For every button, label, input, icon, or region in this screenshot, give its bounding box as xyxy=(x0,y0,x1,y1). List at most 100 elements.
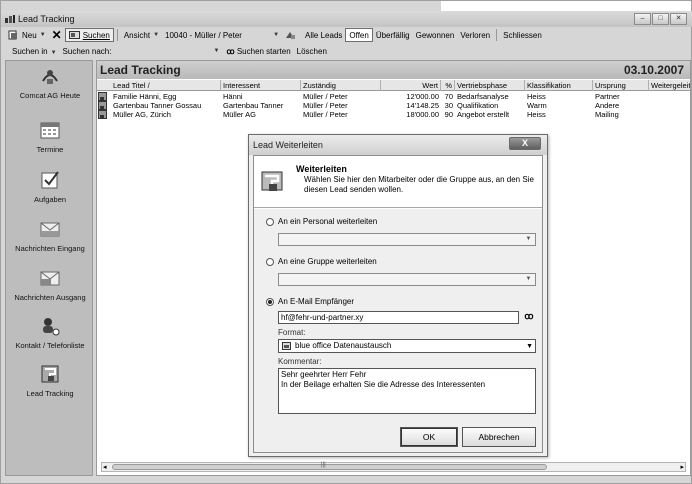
table-row[interactable]: Familie Hänni, Egg Hänni Müller / Peter … xyxy=(97,92,690,101)
scroll-right-icon[interactable]: ▸ xyxy=(680,463,684,471)
cell-classification: Heiss xyxy=(527,110,546,119)
column-header[interactable]: Vertriebsphase xyxy=(455,80,525,91)
sidebar-item-tasks[interactable]: Aufgaben xyxy=(6,169,94,204)
filter-overdue[interactable]: Überfällig xyxy=(373,28,413,42)
filter-open[interactable]: Offen xyxy=(345,28,373,42)
scrollbar-thumb[interactable]: ||| xyxy=(112,462,547,470)
clear-search-button[interactable]: Löschen xyxy=(294,47,330,56)
filter-open-label: Offen xyxy=(349,30,369,40)
comment-textarea[interactable]: Sehr geehrter Herr Fehr In der Beilage e… xyxy=(278,368,536,414)
sidebar-item-label: Lead Tracking xyxy=(26,389,74,398)
radio-group[interactable]: An eine Gruppe weiterleiten xyxy=(266,257,377,266)
ok-button[interactable]: OK xyxy=(400,427,458,447)
search-for-label: Suchen nach: xyxy=(62,46,112,56)
lead-icon xyxy=(98,101,107,110)
start-search-button[interactable]: ꝏ Suchen starten xyxy=(223,47,293,56)
radio-email[interactable]: An E-Mail Empfänger xyxy=(266,297,354,306)
dialog-header: Weiterleiten Wählen Sie hier den Mitarbe… xyxy=(254,156,542,208)
dialog-close-button[interactable]: X xyxy=(509,137,541,150)
new-button-label: Neu xyxy=(22,30,37,40)
sidebar-item-label: Nachrichten Eingang xyxy=(15,244,85,253)
address-lookup-button[interactable]: ꝏ xyxy=(522,311,536,324)
sidebar-item-today[interactable]: Comcat AG Heute xyxy=(6,65,94,100)
chevron-down-icon[interactable]: ▼ xyxy=(213,48,219,54)
table-row[interactable]: Müller AG, Zürich Müller AG Müller / Pet… xyxy=(97,110,690,119)
close-view-button[interactable]: Schliessen xyxy=(500,28,545,42)
filter-all-leads[interactable]: Alle Leads xyxy=(302,28,345,42)
minimize-button[interactable]: – xyxy=(634,13,651,25)
cell-lead-title: Gartenbau Tanner Gossau xyxy=(113,101,202,110)
content-header: Lead Tracking 03.10.2007 xyxy=(97,61,690,79)
radio-indicator xyxy=(266,297,274,306)
sidebar-item-label: Kontakt / Telefonliste xyxy=(15,341,85,350)
column-header[interactable]: Ursprung xyxy=(593,80,649,91)
lead-icon xyxy=(98,110,107,119)
cell-owner: Müller / Peter xyxy=(303,92,348,101)
format-select-value: blue office Datenaustausch xyxy=(295,341,392,350)
sidebar-item-lead-tracking[interactable]: Lead Tracking xyxy=(6,363,94,398)
close-button[interactable]: ✕ xyxy=(670,13,687,25)
inbox-icon xyxy=(40,222,60,237)
chevron-down-icon: ▼ xyxy=(39,32,46,38)
app-icon xyxy=(5,15,15,23)
column-header[interactable]: Weitergeleitet an xyxy=(649,80,690,91)
column-header[interactable]: Lead Titel / xyxy=(111,80,221,91)
forward-icon xyxy=(286,32,296,39)
toolbar-separator xyxy=(496,29,498,41)
view-select[interactable]: 10040 - Müller / Peter ▼ xyxy=(162,28,282,42)
radio-indicator xyxy=(266,257,274,266)
column-header[interactable]: Interessent xyxy=(221,80,301,91)
personal-select[interactable]: ▼ xyxy=(278,233,536,246)
table-row[interactable]: Gartenbau Tanner Gossau Gartenbau Tanner… xyxy=(97,101,690,110)
view-label-text: Ansicht xyxy=(123,30,151,40)
chevron-down-icon: ▼ xyxy=(525,236,532,242)
cell-value: 18'000.00 xyxy=(406,110,439,119)
cell-forwarded xyxy=(649,110,690,119)
format-select[interactable]: blue office Datenaustausch ▼ xyxy=(278,339,536,353)
sidebar-item-contacts[interactable]: Kontakt / Telefonliste xyxy=(6,315,94,350)
sidebar-item-label: Comcat AG Heute xyxy=(19,91,81,100)
cell-forwarded xyxy=(649,92,690,101)
sidebar-item-outbox[interactable]: Nachrichten Ausgang xyxy=(6,267,94,302)
view-select-value: 10040 - Müller / Peter xyxy=(165,30,242,40)
filter-lost[interactable]: Verloren xyxy=(457,28,493,42)
dialog-body: An ein Personal weiterleiten ▼ An eine G… xyxy=(254,209,542,452)
filter-won[interactable]: Gewonnen xyxy=(413,28,458,42)
cell-prospect: Gartenbau Tanner xyxy=(223,101,284,110)
forward-lead-button[interactable] xyxy=(282,28,302,42)
new-button[interactable]: Neu ▼ xyxy=(5,28,49,42)
column-header[interactable]: Klassifikation xyxy=(525,80,593,91)
search-input[interactable] xyxy=(114,45,210,57)
contact-icon xyxy=(43,318,60,336)
comment-line: In der Beilage erhalten Sie die Adresse … xyxy=(281,380,486,389)
chevron-down-icon: ▼ xyxy=(526,343,533,350)
comment-label: Kommentar: xyxy=(278,357,322,366)
search-button[interactable]: Suchen xyxy=(64,28,114,42)
column-header[interactable]: % xyxy=(441,80,455,91)
filter-all-leads-label: Alle Leads xyxy=(305,30,343,40)
cell-classification: Warm xyxy=(527,101,547,110)
forward-lead-icon xyxy=(261,171,283,191)
chevron-down-icon: ▼ xyxy=(273,32,280,38)
ok-button-label: OK xyxy=(422,432,436,442)
cell-lead-title: Müller AG, Zürich xyxy=(113,110,171,119)
dialog-content: Weiterleiten Wählen Sie hier den Mitarbe… xyxy=(253,155,543,453)
column-header[interactable]: Wert xyxy=(381,80,441,91)
radio-personal-label: An ein Personal weiterleiten xyxy=(278,217,378,226)
email-field[interactable]: hf@fehr-und-partner.xy xyxy=(278,311,519,324)
search-in-dropdown[interactable]: Suchen in ▼ xyxy=(9,47,60,56)
dialog-title-bar: Lead Weiterleiten X xyxy=(249,135,547,155)
search-window-icon xyxy=(68,31,80,39)
scroll-left-icon[interactable]: ◂ xyxy=(103,463,107,471)
cancel-button[interactable]: Abbrechen xyxy=(462,427,536,447)
calendar-icon xyxy=(40,122,60,139)
maximize-button[interactable]: □ xyxy=(652,13,669,25)
column-header[interactable]: Zuständig xyxy=(301,80,381,91)
delete-button[interactable]: ✕ xyxy=(49,28,65,42)
radio-personal[interactable]: An ein Personal weiterleiten xyxy=(266,217,377,226)
horizontal-scrollbar[interactable]: ◂ ||| ▸ xyxy=(101,462,686,472)
radio-email-label: An E-Mail Empfänger xyxy=(278,297,355,306)
sidebar-item-inbox[interactable]: Nachrichten Eingang xyxy=(6,218,94,253)
sidebar-item-appointments[interactable]: Termine xyxy=(6,119,94,154)
group-select[interactable]: ▼ xyxy=(278,273,536,286)
